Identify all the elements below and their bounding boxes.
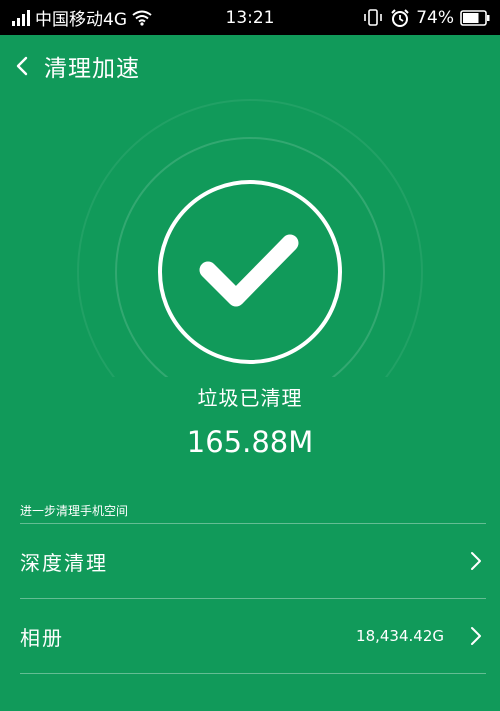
back-button[interactable] (0, 35, 44, 97)
checkmark-icon (199, 234, 299, 307)
app-header: 清理加速 (0, 35, 500, 97)
chevron-right-icon (471, 627, 481, 645)
page-title: 清理加速 (44, 56, 140, 82)
battery-percentage: 74% (416, 7, 454, 28)
battery-icon (460, 9, 490, 26)
status-bar: 中国移动4G 13:21 74% (0, 0, 500, 35)
clock-time: 13:21 (225, 7, 275, 28)
vibrate-icon (364, 8, 383, 26)
row-label: 深度清理 (20, 550, 108, 575)
chevron-right-icon (471, 552, 481, 570)
chevron-left-icon (16, 56, 28, 76)
row-label: 相册 (20, 625, 64, 650)
deep-clean-row[interactable]: 深度清理 (0, 524, 500, 598)
result-panel: 垃圾已清理 165.88M (0, 97, 500, 497)
status-right: 74% (362, 0, 490, 35)
album-row[interactable]: 相册 18,434.42G (0, 599, 500, 673)
pulse-rings (77, 99, 423, 377)
cleaned-size: 165.88M (186, 425, 314, 459)
album-size: 18,434.42G (356, 627, 444, 645)
cleaned-status: 垃圾已清理 (197, 386, 303, 410)
divider (20, 673, 486, 674)
section-title: 进一步清理手机空间 (20, 504, 129, 518)
alarm-icon (391, 8, 409, 27)
